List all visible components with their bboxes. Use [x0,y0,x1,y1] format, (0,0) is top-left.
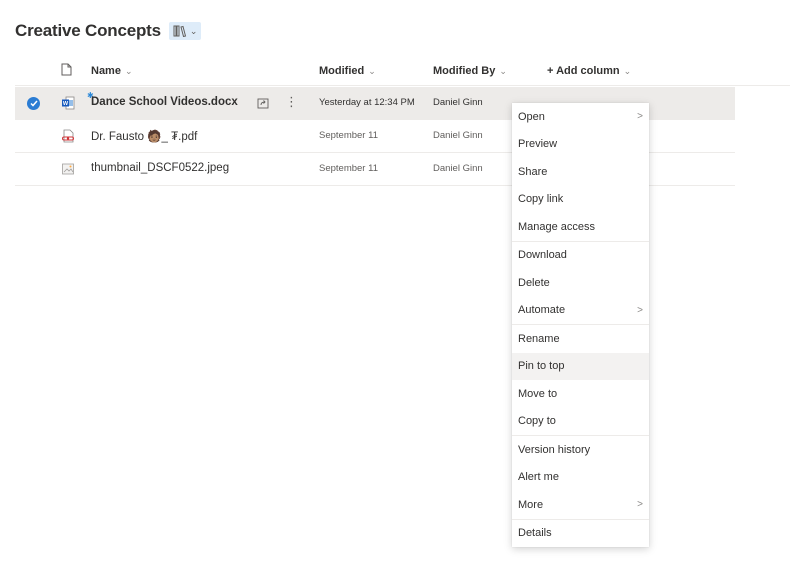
chevron-down-icon: ⌄ [124,66,133,76]
modified-date: September 11 [319,130,378,141]
menu-item-label: Open [518,110,545,123]
menu-item-label: Rename [518,332,560,345]
menu-item-label: Pin to top [518,360,565,373]
menu-item-pin-to-top[interactable]: Pin to top [512,352,649,380]
menu-item-label: Automate [518,304,566,317]
menu-item-label: Manage access [518,220,596,233]
list-header: Name ⌄ Modified ⌄ Modified By ⌄ + Add colum… [15,58,790,86]
chevron-right-icon: > [637,111,643,123]
modified-by: Daniel Ginn [433,130,483,141]
view-switcher-button[interactable]: ⌄ [168,22,202,40]
modified-date: Yesterday at 12:34 PM [319,97,415,108]
menu-item-more[interactable]: More > [512,491,649,519]
menu-item-label: Delete [518,276,550,289]
context-menu: Open > Preview Share Copy link Manage access D… [512,103,649,547]
title-row: Creative Concepts ⌄ [15,18,202,44]
modified-by: Daniel Ginn [433,97,483,108]
menu-item-version-history[interactable]: Version history [512,436,649,464]
menu-item-copy-link[interactable]: Copy link [512,186,649,214]
modified-by: Daniel Ginn [433,163,483,174]
menu-item-move-to[interactable]: Move to [512,380,649,408]
chevron-right-icon: > [637,499,643,511]
menu-item-open[interactable]: Open > [512,103,649,131]
column-header-name[interactable]: Name ⌄ [91,65,133,77]
file-type-header-icon[interactable] [61,63,72,79]
menu-item-alert-me[interactable]: Alert me [512,464,649,492]
word-file-icon: W [61,96,75,113]
image-file-icon [61,162,75,179]
chevron-down-icon: ⌄ [623,66,632,76]
menu-item-label: Download [518,249,567,262]
chevron-down-icon: ⌄ [368,66,376,76]
menu-item-preview[interactable]: Preview [512,131,649,159]
modified-date: September 11 [319,163,378,174]
pdf-file-icon [61,129,75,146]
menu-item-share[interactable]: Share [512,158,649,186]
add-column-button[interactable]: + Add column ⌄ [547,65,631,77]
library-icon [173,25,187,37]
menu-item-label: Version history [518,443,591,456]
file-name[interactable]: thumbnail_DSCF0522.jpeg [91,162,229,174]
file-name[interactable]: Dance School Videos.docx [91,96,238,108]
menu-item-download[interactable]: Download [512,242,649,270]
menu-item-manage-access[interactable]: Manage access [512,213,649,241]
menu-item-automate[interactable]: Automate > [512,297,649,325]
menu-item-label: Copy to [518,415,556,428]
selected-checkmark-icon[interactable] [27,97,40,110]
menu-item-label: Move to [518,387,558,400]
menu-item-label: Share [518,165,548,178]
chevron-right-icon: > [637,304,643,316]
menu-item-details[interactable]: Details [512,520,649,548]
menu-item-label: Copy link [518,193,564,206]
menu-item-rename[interactable]: Rename [512,325,649,353]
menu-item-copy-to[interactable]: Copy to [512,408,649,436]
file-name[interactable]: Dr. Fausto 🧑🏽_ ₮.pdf [91,129,197,143]
chevron-down-icon: ⌄ [189,25,198,36]
menu-item-delete[interactable]: Delete [512,269,649,297]
more-options-icon[interactable]: ⋮ [285,95,298,108]
share-icon[interactable] [257,97,269,112]
column-header-modified-by[interactable]: Modified By ⌄ [433,65,507,77]
svg-text:W: W [63,101,69,107]
menu-item-label: Details [518,527,552,540]
chevron-down-icon: ⌄ [499,66,507,76]
menu-item-label: Alert me [518,471,559,484]
column-header-modified[interactable]: Modified ⌄ [319,65,376,77]
page-title: Creative Concepts [15,21,161,40]
menu-item-label: Preview [518,138,558,151]
menu-item-label: More [518,498,544,511]
